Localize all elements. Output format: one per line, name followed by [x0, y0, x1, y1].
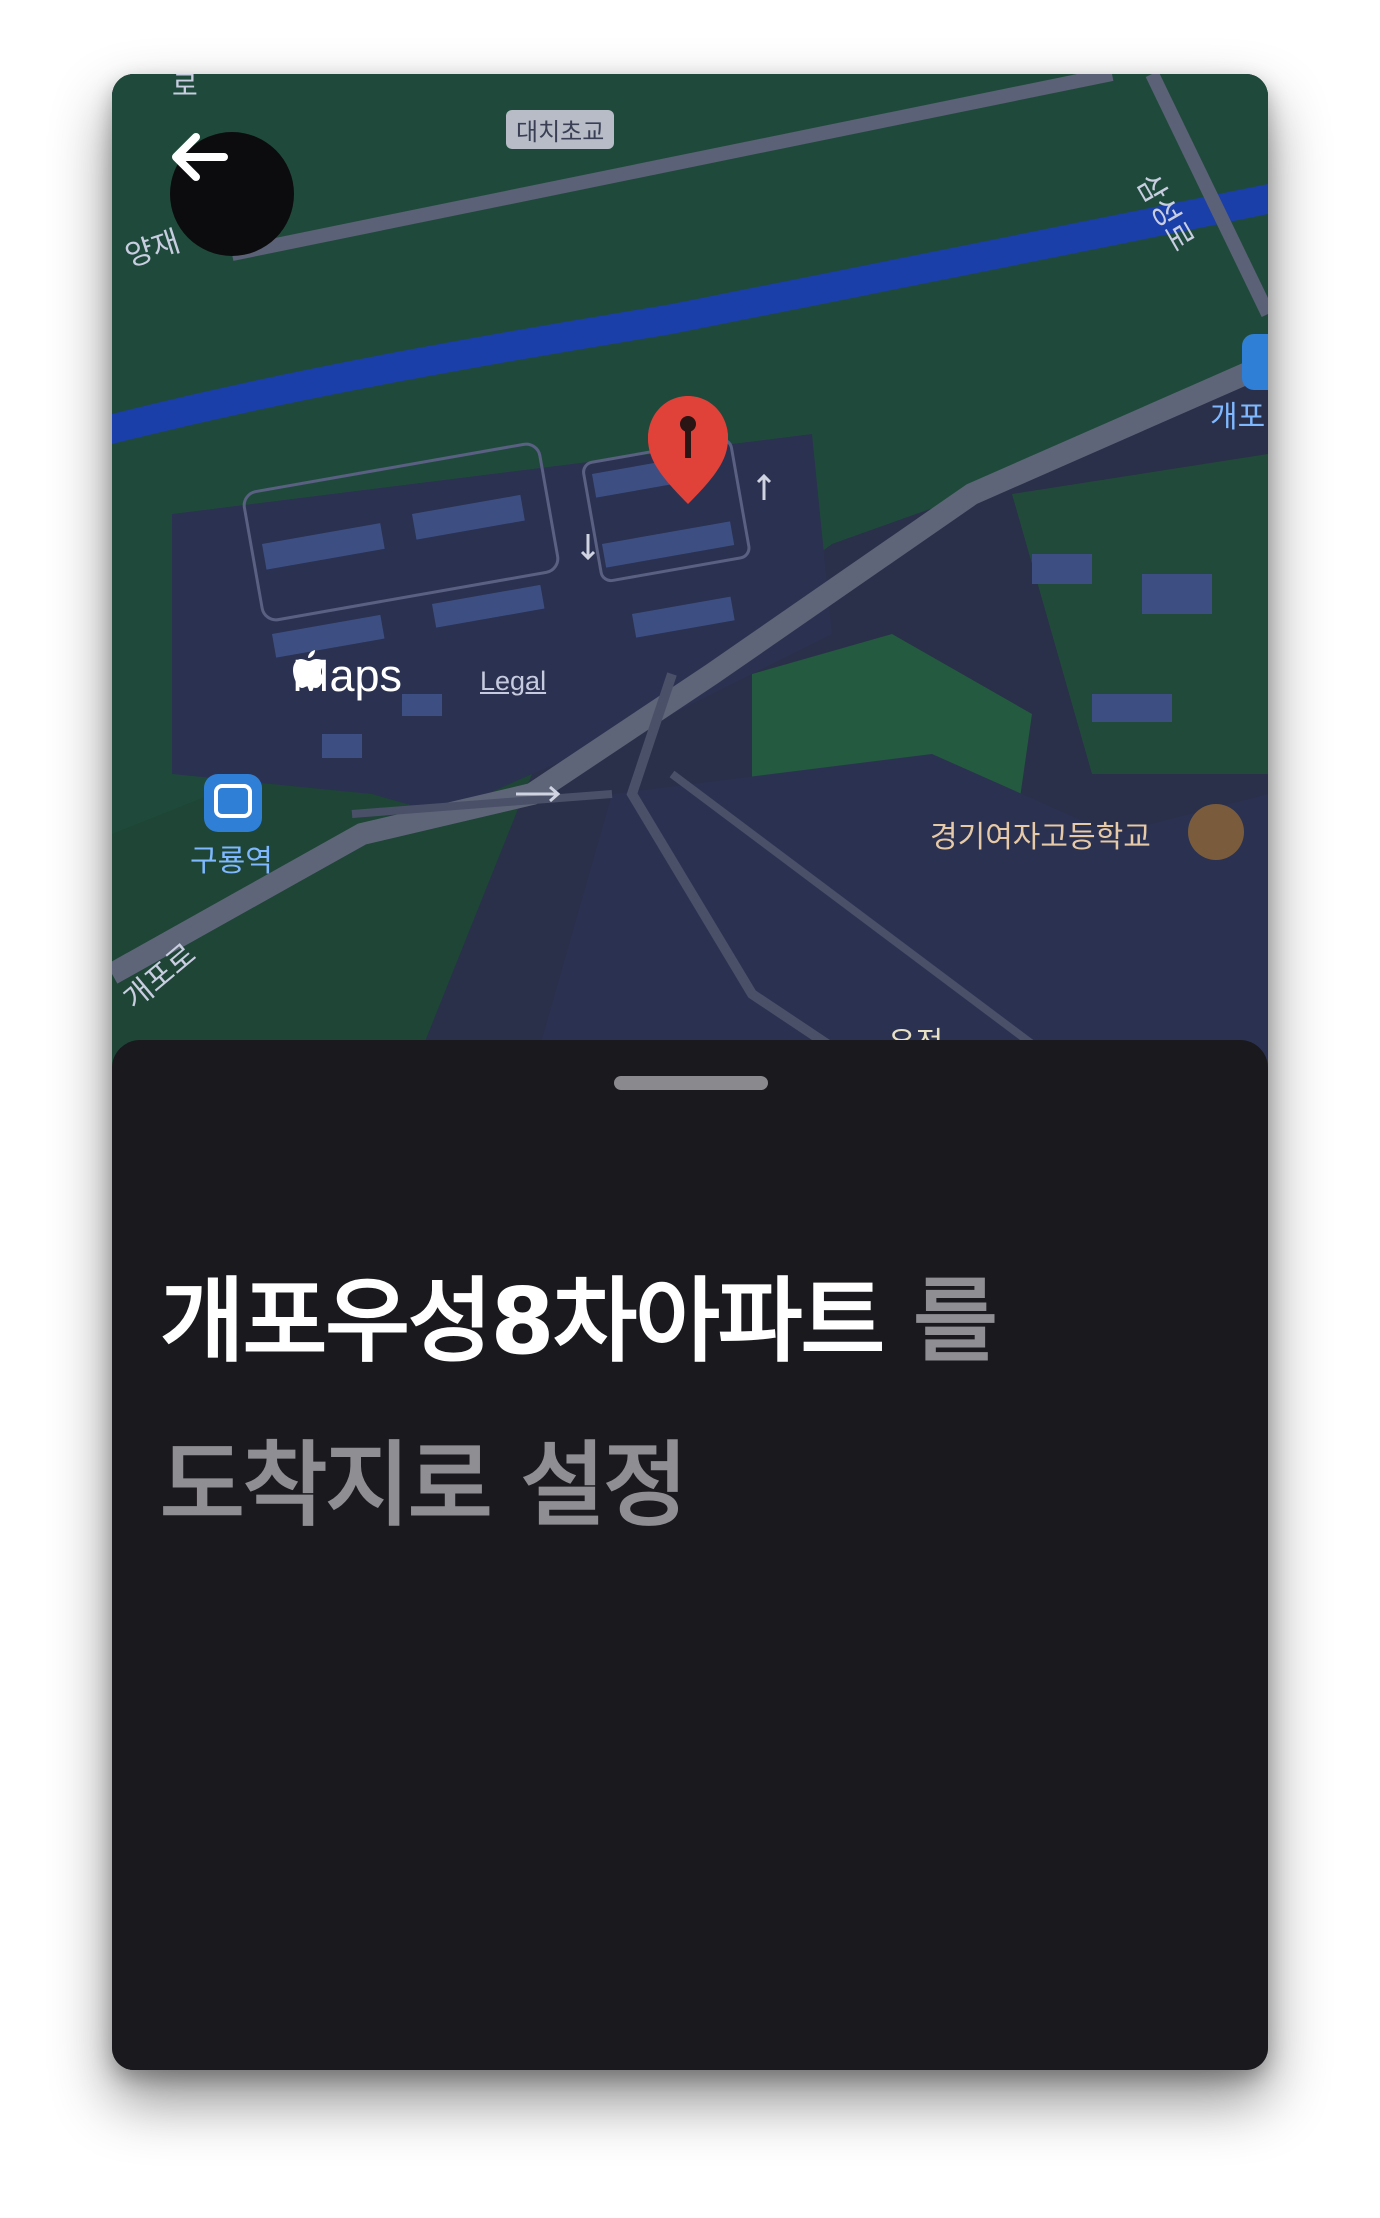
station-label-guryong: 구룡역 [190, 844, 273, 879]
bottom-sheet[interactable]: 개포우성8차아파트 를 도착지로 설정 [112, 1040, 1268, 2070]
station-label-gaepo: 개포 [1210, 400, 1266, 435]
school-label-girls-high: 경기여자고등학교 [930, 820, 1151, 855]
back-button[interactable] [170, 132, 294, 256]
road-label-top: 로 [172, 74, 198, 102]
set-destination-label: 도착지로 설정 [160, 1432, 688, 1539]
apple-maps-logo: Maps [292, 650, 402, 702]
legal-link[interactable]: Legal [480, 666, 546, 697]
sheet-grabber[interactable] [614, 1076, 768, 1090]
place-name: 개포우성8차아파트 [160, 1268, 885, 1375]
destination-headline: 개포우성8차아파트 를 도착지로 설정 [160, 1240, 1220, 1568]
school-label-small: 대치초교 [506, 110, 615, 149]
object-particle: 를 [883, 1268, 998, 1375]
app-window: 로 대치초교 삼성로 양재 개포 구룡역 개포로 경기여자고등학교 우전 Map… [112, 74, 1268, 2070]
map-view[interactable]: 로 대치초교 삼성로 양재 개포 구룡역 개포로 경기여자고등학교 우전 Map… [112, 74, 1268, 1074]
